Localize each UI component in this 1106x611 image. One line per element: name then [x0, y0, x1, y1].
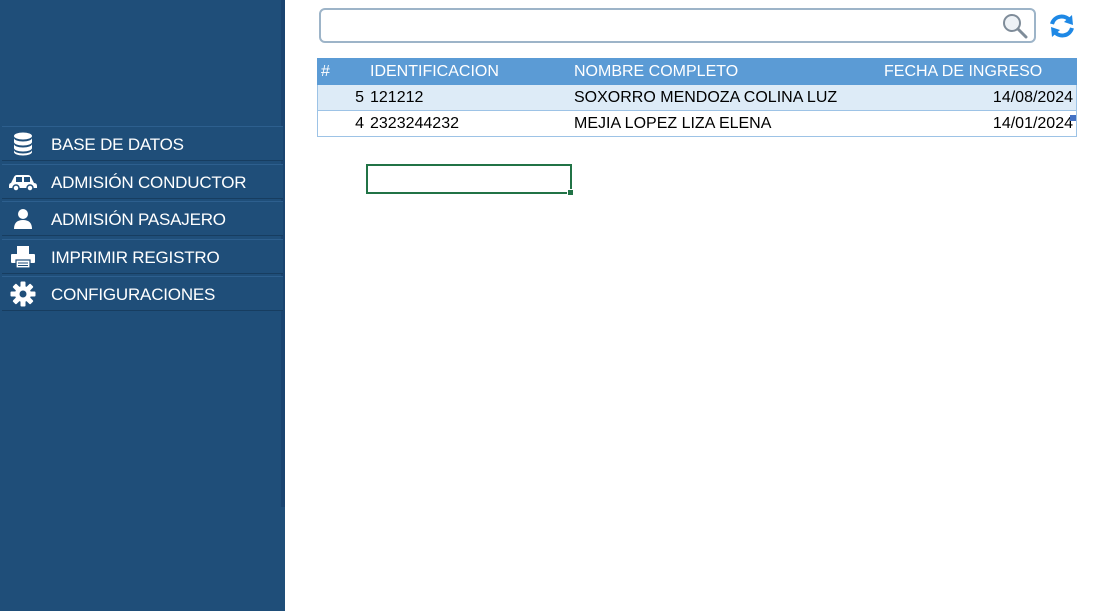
sidebar-item-label: CONFIGURACIONES	[51, 285, 216, 304]
column-header-nombre[interactable]: NOMBRE COMPLETO	[574, 63, 738, 81]
sidebar-item-admision-conductor[interactable]: ADMISIÓN CONDUCTOR	[2, 164, 283, 199]
cell-identificacion: 2323244232	[370, 115, 459, 132]
column-header-identificacion[interactable]: IDENTIFICACION	[370, 63, 499, 81]
cell-fecha: 14/08/2024	[992, 89, 1073, 106]
search-icon[interactable]	[1002, 13, 1028, 39]
sidebar-item-label: IMPRIMIR REGISTRO	[51, 248, 220, 267]
gear-icon	[8, 281, 38, 307]
user-icon	[8, 207, 38, 231]
selected-cell[interactable]	[366, 164, 574, 196]
sidebar-item-imprimir-registro[interactable]: IMPRIMIR REGISTRO	[2, 239, 283, 274]
sidebar-item-label: BASE DE DATOS	[51, 135, 184, 154]
table-row[interactable]: 4 2323244232 MEJIA LOPEZ LIZA ELENA 14/0…	[317, 111, 1077, 137]
cell-number: 5	[355, 89, 364, 106]
cell-number: 4	[355, 115, 364, 132]
fill-handle[interactable]	[567, 189, 574, 196]
cell-nombre: MEJIA LOPEZ LIZA ELENA	[574, 115, 772, 132]
sidebar-item-label: ADMISIÓN CONDUCTOR	[51, 173, 247, 192]
search-input[interactable]	[329, 14, 1003, 40]
cell-nombre: SOXORRO MENDOZA COLINA LUZ	[574, 89, 838, 106]
sidebar-item-configuraciones[interactable]: CONFIGURACIONES	[2, 276, 283, 311]
table-header: # IDENTIFICACION NOMBRE COMPLETO FECHA D…	[317, 58, 1077, 85]
database-icon	[8, 132, 38, 156]
table-resize-handle[interactable]	[1070, 115, 1076, 121]
sidebar: BASE DE DATOS ADMISIÓN CONDUCTOR ADMISIÓ…	[0, 0, 285, 611]
cell-identificacion: 121212	[370, 89, 424, 106]
sidebar-item-label: ADMISIÓN PASAJERO	[51, 210, 226, 229]
column-header-fecha[interactable]: FECHA DE INGRESO	[884, 63, 1073, 81]
search-box	[319, 8, 1036, 43]
column-header-number[interactable]: #	[321, 63, 330, 81]
car-icon	[8, 170, 38, 194]
cell-fecha: 14/01/2024	[992, 115, 1073, 132]
printer-icon	[8, 245, 38, 269]
table-row[interactable]: 5 121212 SOXORRO MENDOZA COLINA LUZ 14/0…	[317, 85, 1077, 111]
refresh-icon[interactable]	[1048, 12, 1076, 40]
sidebar-item-admision-pasajero[interactable]: ADMISIÓN PASAJERO	[2, 201, 283, 236]
records-table: # IDENTIFICACION NOMBRE COMPLETO FECHA D…	[317, 58, 1077, 137]
sidebar-item-base-de-datos[interactable]: BASE DE DATOS	[2, 126, 283, 161]
